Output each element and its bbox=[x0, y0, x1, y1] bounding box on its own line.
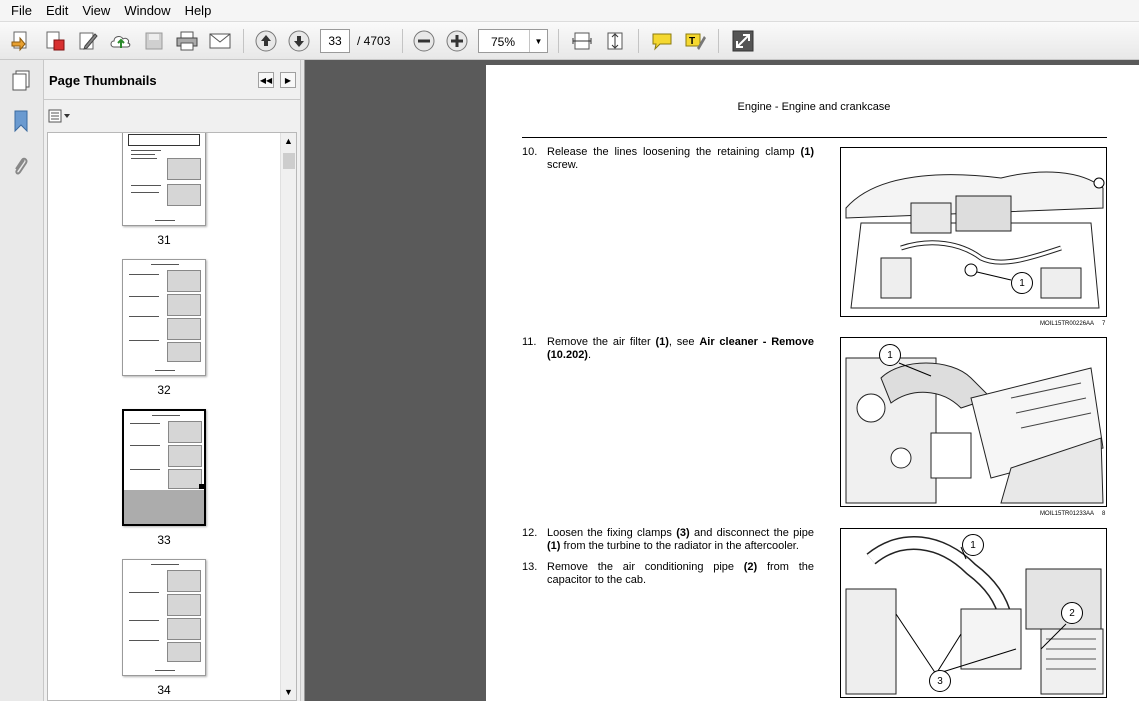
menu-file[interactable]: File bbox=[4, 1, 39, 20]
step-number: 10. bbox=[522, 146, 538, 158]
attachment-icon[interactable] bbox=[6, 152, 36, 182]
chevron-down-icon[interactable]: ▼ bbox=[284, 687, 293, 697]
email-icon[interactable] bbox=[207, 28, 233, 54]
thumbnail-page-selected[interactable] bbox=[122, 409, 206, 526]
thumbnail-page-number: 32 bbox=[157, 383, 171, 397]
page-total: / 4703 bbox=[357, 34, 391, 48]
callout-2: 2 bbox=[1061, 602, 1083, 624]
page-thumbnails-icon[interactable] bbox=[6, 66, 36, 96]
figure-air-filter: 1 bbox=[840, 337, 1107, 507]
step-text: Remove the air conditioning pipe (2) fro… bbox=[547, 561, 814, 586]
toolbar-separator bbox=[718, 29, 719, 53]
step-11: 11. Remove the air filter (1), see Air c… bbox=[522, 336, 814, 362]
convert-pdf-icon[interactable] bbox=[42, 28, 68, 54]
toolbar-separator bbox=[243, 29, 244, 53]
step-number: 13. bbox=[522, 561, 538, 573]
zoom-in-icon[interactable] bbox=[444, 28, 470, 54]
document-viewport[interactable]: Engine - Engine and crankcase 10. Releas… bbox=[305, 60, 1139, 701]
toolbar-separator bbox=[402, 29, 403, 53]
thumbnail-page[interactable] bbox=[122, 559, 206, 676]
panel-header: Page Thumbnails ◀◀ ▶ bbox=[44, 60, 300, 100]
chevron-right-icon[interactable]: ▶ bbox=[280, 72, 296, 88]
save-icon[interactable] bbox=[141, 28, 167, 54]
fit-width-icon[interactable] bbox=[569, 28, 595, 54]
thumbnails-scrollbar[interactable]: ▲ ▼ bbox=[280, 133, 296, 700]
step-13: 13. Remove the air conditioning pipe (2)… bbox=[522, 561, 814, 587]
highlight-text-icon[interactable]: T bbox=[682, 28, 708, 54]
collapse-panel-icon[interactable]: ◀◀ bbox=[258, 72, 274, 88]
step-number: 11. bbox=[522, 336, 537, 348]
svg-text:T: T bbox=[689, 36, 695, 47]
thumbnail-page-number: 34 bbox=[157, 683, 171, 697]
fit-page-icon[interactable] bbox=[602, 28, 628, 54]
next-page-icon[interactable] bbox=[286, 28, 312, 54]
toolbar-separator bbox=[638, 29, 639, 53]
page-header: Engine - Engine and crankcase bbox=[737, 101, 891, 113]
thumbnail-dim-region bbox=[124, 490, 204, 524]
chevron-up-icon[interactable]: ▲ bbox=[284, 136, 293, 146]
resize-handle[interactable] bbox=[199, 484, 204, 489]
thumbnail-page[interactable] bbox=[122, 259, 206, 376]
chevron-down-icon[interactable]: ▼ bbox=[529, 30, 547, 52]
menu-view[interactable]: View bbox=[75, 1, 117, 20]
step-text: Remove the air filter (1), see Air clean… bbox=[547, 336, 815, 361]
menu-window[interactable]: Window bbox=[117, 1, 177, 20]
callout-1: 1 bbox=[962, 534, 984, 556]
zoom-value: 75% bbox=[491, 35, 516, 49]
step-10: 10. Release the lines loosening the reta… bbox=[522, 146, 814, 172]
callout-1: 1 bbox=[1011, 272, 1033, 294]
thumbnails-list: 31 32 33 34 ▲ ▼ bbox=[47, 132, 297, 701]
thumbnail-page-number: 31 bbox=[157, 233, 171, 247]
create-pdf-icon[interactable] bbox=[8, 28, 34, 54]
figure-engine-clamp: 1 bbox=[840, 147, 1107, 317]
figure-pipes: 1 2 3 bbox=[840, 528, 1107, 698]
print-icon[interactable] bbox=[174, 28, 200, 54]
comment-icon[interactable] bbox=[649, 28, 675, 54]
step-text: Release the lines loosening the retainin… bbox=[547, 146, 814, 171]
panel-title: Page Thumbnails bbox=[49, 73, 157, 88]
step-number: 12. bbox=[522, 527, 538, 539]
step-text: Loosen the fixing clamps (3) and disconn… bbox=[547, 527, 814, 552]
toolbar-separator bbox=[558, 29, 559, 53]
callout-3: 3 bbox=[929, 670, 951, 692]
scrollbar-thumb[interactable] bbox=[283, 153, 295, 169]
figure-caption: MOIL15TR01233AA bbox=[1040, 511, 1095, 517]
previous-page-icon[interactable] bbox=[253, 28, 279, 54]
edit-pdf-icon[interactable] bbox=[75, 28, 101, 54]
figure-number: 8 bbox=[1102, 511, 1106, 517]
thumbnail-options-button[interactable] bbox=[48, 108, 72, 124]
menu-edit[interactable]: Edit bbox=[39, 1, 75, 20]
zoom-out-icon[interactable] bbox=[411, 28, 437, 54]
document-page: Engine - Engine and crankcase 10. Releas… bbox=[486, 65, 1139, 701]
navigation-rail bbox=[0, 60, 44, 701]
thumbnail-page[interactable] bbox=[122, 133, 206, 226]
header-rule bbox=[522, 137, 1107, 138]
upload-cloud-icon[interactable] bbox=[108, 28, 134, 54]
step-12: 12. Loosen the fixing clamps (3) and dis… bbox=[522, 527, 814, 553]
zoom-select[interactable]: 75% ▼ bbox=[478, 29, 548, 53]
menu-bar: File Edit View Window Help bbox=[0, 0, 1139, 22]
menu-help[interactable]: Help bbox=[178, 1, 219, 20]
thumbnails-panel: Page Thumbnails ◀◀ ▶ 31 32 33 34 ▲ ▼ bbox=[44, 60, 300, 701]
callout-1: 1 bbox=[879, 344, 901, 366]
figure-caption: MOIL15TR00226AA bbox=[1040, 321, 1095, 327]
figure-number: 7 bbox=[1102, 321, 1106, 327]
thumbnail-page-number: 33 bbox=[157, 533, 171, 547]
full-screen-icon[interactable] bbox=[730, 28, 756, 54]
bookmark-icon[interactable] bbox=[6, 106, 36, 136]
toolbar: 33 / 4703 75% ▼ T bbox=[0, 22, 1139, 60]
page-number-input[interactable]: 33 bbox=[320, 29, 350, 53]
